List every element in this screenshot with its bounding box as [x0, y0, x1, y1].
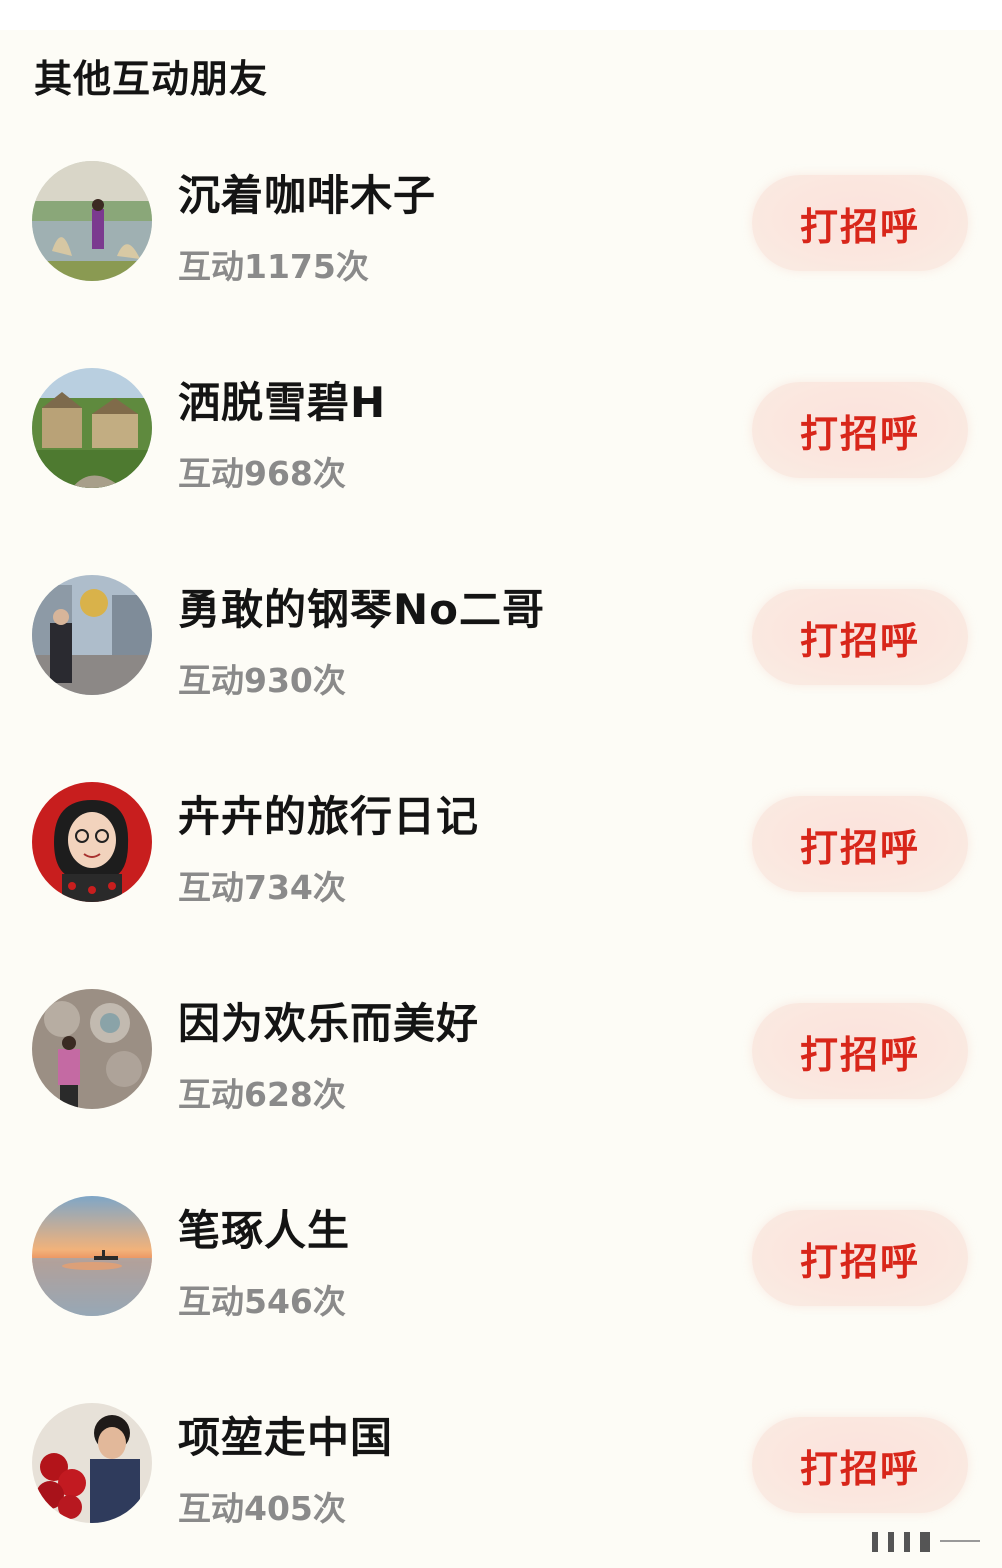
friend-row[interactable]: 笔琢人生 互动546次 打招呼	[0, 1153, 1002, 1360]
interaction-count: 互动1175次	[178, 247, 369, 286]
interaction-count: 互动930次	[178, 661, 346, 700]
friend-row[interactable]: 卉卉的旅行日记 互动734次 打招呼	[0, 739, 1002, 946]
interaction-count: 互动734次	[178, 868, 346, 907]
toolbar-line-icon	[940, 1540, 980, 1542]
friend-name: 笔琢人生	[178, 1206, 351, 1255]
friend-name: 沉着咖啡木子	[178, 171, 437, 220]
avatar-village-photo[interactable]	[32, 368, 152, 488]
greet-button[interactable]: 打招呼	[752, 175, 968, 271]
greet-button[interactable]: 打招呼	[752, 1417, 968, 1513]
friend-name: 卉卉的旅行日记	[178, 792, 480, 841]
greet-button[interactable]: 打招呼	[752, 589, 968, 685]
friend-name: 项堃走中国	[178, 1413, 394, 1462]
interaction-count: 互动405次	[178, 1489, 346, 1528]
friend-name: 勇敢的钢琴No二哥	[178, 585, 546, 634]
toolbar-bar-icon	[904, 1532, 910, 1552]
toolbar-bar-icon	[920, 1532, 930, 1552]
friend-list: 沉着咖啡木子 互动1175次 打招呼 洒脱雪碧H 互动968次 打招呼 勇敢的钢…	[0, 118, 1002, 1567]
toolbar-bar-icon	[872, 1532, 878, 1552]
friend-name: 因为欢乐而美好	[178, 999, 480, 1048]
avatar-flowers-portrait[interactable]	[32, 1403, 152, 1523]
interaction-count: 互动546次	[178, 1282, 346, 1321]
greet-button[interactable]: 打招呼	[752, 1210, 968, 1306]
friend-name: 洒脱雪碧H	[178, 378, 387, 427]
interaction-count: 互动968次	[178, 454, 346, 493]
friend-row[interactable]: 沉着咖啡木子 互动1175次 打招呼	[0, 118, 1002, 325]
top-strip	[0, 0, 1002, 30]
avatar-sculpture-wall-photo[interactable]	[32, 989, 152, 1109]
avatar-city-square-photo[interactable]	[32, 575, 152, 695]
avatar-sunset-boat-photo[interactable]	[32, 1196, 152, 1316]
interaction-count: 互动628次	[178, 1075, 346, 1114]
friend-row[interactable]: 勇敢的钢琴No二哥 互动930次 打招呼	[0, 532, 1002, 739]
avatar-lakeside-photo[interactable]	[32, 161, 152, 281]
section-title: 其他互动朋友	[34, 57, 269, 101]
friend-row[interactable]: 项堃走中国 互动405次 打招呼	[0, 1360, 1002, 1567]
greet-button[interactable]: 打招呼	[752, 382, 968, 478]
friend-row[interactable]: 因为欢乐而美好 互动628次 打招呼	[0, 946, 1002, 1153]
friend-row[interactable]: 洒脱雪碧H 互动968次 打招呼	[0, 325, 1002, 532]
bottom-toolbar	[872, 1526, 980, 1552]
toolbar-bar-icon	[888, 1532, 894, 1552]
greet-button[interactable]: 打招呼	[752, 796, 968, 892]
greet-button[interactable]: 打招呼	[752, 1003, 968, 1099]
avatar-cartoon-portrait[interactable]	[32, 782, 152, 902]
